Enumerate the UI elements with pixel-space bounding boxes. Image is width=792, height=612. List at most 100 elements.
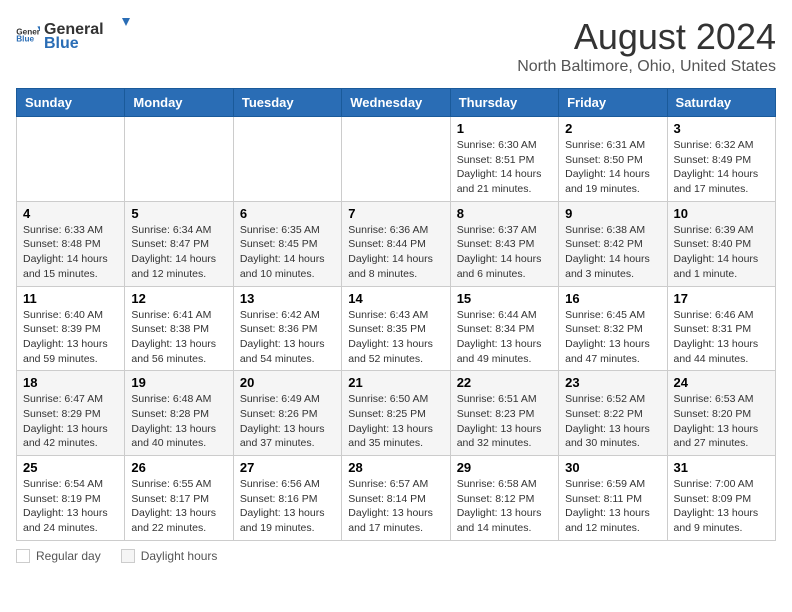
day-cell: 6Sunrise: 6:35 AM Sunset: 8:45 PM Daylig… — [233, 201, 341, 286]
day-cell — [233, 117, 341, 202]
day-number: 20 — [240, 375, 335, 390]
day-number: 5 — [131, 206, 226, 221]
day-number: 13 — [240, 291, 335, 306]
day-number: 26 — [131, 460, 226, 475]
day-number: 25 — [23, 460, 118, 475]
svg-text:Blue: Blue — [16, 35, 34, 44]
day-cell: 12Sunrise: 6:41 AM Sunset: 8:38 PM Dayli… — [125, 286, 233, 371]
week-row-2: 4Sunrise: 6:33 AM Sunset: 8:48 PM Daylig… — [17, 201, 776, 286]
weekday-header-sunday: Sunday — [17, 89, 125, 117]
general-blue-logo-icon: General Blue — [16, 24, 40, 44]
day-info: Sunrise: 6:49 AM Sunset: 8:26 PM Dayligh… — [240, 392, 335, 451]
day-cell: 30 Sunrise: 6:59 AM Sunset: 8:11 PM Dayli… — [559, 456, 667, 541]
day-cell: 5 Sunrise: 6:34 AM Sunset: 8:47 PM Daylig… — [125, 201, 233, 286]
day-number: 14 — [348, 291, 443, 306]
day-cell: 11 Sunrise: 6:40 AM Sunset: 8:39 PM Dayli… — [17, 286, 125, 371]
day-cell — [17, 117, 125, 202]
day-info: Sunrise: 6:53 AM Sunset: 8:20 PM Dayligh… — [674, 392, 769, 451]
calendar-table: SundayMondayTuesdayWednesdayThursdayFrid… — [16, 88, 776, 541]
day-number: 18 — [23, 375, 118, 390]
day-number: 16 — [565, 291, 660, 306]
day-info: Sunrise: 6:56 AM Sunset: 8:16 PM Dayligh… — [240, 477, 335, 536]
day-info: Sunrise: 6:58 AM Sunset: 8:12 PM Dayligh… — [457, 477, 552, 536]
day-number: 29 — [457, 460, 552, 475]
day-info: Sunrise: 6:54 AM Sunset: 8:19 PM Dayligh… — [23, 477, 118, 536]
location-title: North Baltimore, Ohio, United States — [517, 58, 776, 76]
day-number: 31 — [674, 460, 769, 475]
day-cell: 1Sunrise: 6:30 AM Sunset: 8:51 PM Daylig… — [450, 117, 558, 202]
day-number: 15 — [457, 291, 552, 306]
day-cell: 31 Sunrise: 7:00 AM Sunset: 8:09 PM Dayli… — [667, 456, 775, 541]
day-number: 2 — [565, 121, 660, 136]
day-info: Sunrise: 6:57 AM Sunset: 8:14 PM Dayligh… — [348, 477, 443, 536]
day-info: Sunrise: 7:00 AM Sunset: 8:09 PM Dayligh… — [674, 477, 769, 536]
day-info: Sunrise: 6:37 AM Sunset: 8:43 PM Dayligh… — [457, 223, 552, 282]
day-number: 28 — [348, 460, 443, 475]
day-cell: 28 Sunrise: 6:57 AM Sunset: 8:14 PM Dayli… — [342, 456, 450, 541]
title-area: August 2024 North Baltimore, Ohio, Unite… — [517, 16, 776, 76]
day-cell: 2 Sunrise: 6:31 AM Sunset: 8:50 PM Daylig… — [559, 117, 667, 202]
day-info: Sunrise: 6:50 AM Sunset: 8:25 PM Dayligh… — [348, 392, 443, 451]
legend: Regular day Daylight hours — [16, 549, 776, 563]
week-row-5: 25 Sunrise: 6:54 AM Sunset: 8:19 PM Dayli… — [17, 456, 776, 541]
legend-item-white: Regular day — [16, 549, 101, 563]
weekday-header-tuesday: Tuesday — [233, 89, 341, 117]
week-row-1: 1Sunrise: 6:30 AM Sunset: 8:51 PM Daylig… — [17, 117, 776, 202]
day-number: 17 — [674, 291, 769, 306]
legend-item-gray: Daylight hours — [121, 549, 218, 563]
day-info: Sunrise: 6:31 AM Sunset: 8:50 PM Dayligh… — [565, 138, 660, 197]
day-cell: 14 Sunrise: 6:43 AM Sunset: 8:35 PM Dayli… — [342, 286, 450, 371]
day-number: 12 — [131, 291, 226, 306]
day-number: 7 — [348, 206, 443, 221]
day-cell — [342, 117, 450, 202]
day-info: Sunrise: 6:40 AM Sunset: 8:39 PM Dayligh… — [23, 308, 118, 367]
day-cell: 10Sunrise: 6:39 AM Sunset: 8:40 PM Dayli… — [667, 201, 775, 286]
day-cell: 17 Sunrise: 6:46 AM Sunset: 8:31 PM Dayli… — [667, 286, 775, 371]
day-cell — [125, 117, 233, 202]
legend-white-label: Regular day — [36, 549, 101, 563]
day-info: Sunrise: 6:43 AM Sunset: 8:35 PM Dayligh… — [348, 308, 443, 367]
day-info: Sunrise: 6:42 AM Sunset: 8:36 PM Dayligh… — [240, 308, 335, 367]
day-number: 11 — [23, 291, 118, 306]
week-row-3: 11 Sunrise: 6:40 AM Sunset: 8:39 PM Dayli… — [17, 286, 776, 371]
day-number: 19 — [131, 375, 226, 390]
day-info: Sunrise: 6:35 AM Sunset: 8:45 PM Dayligh… — [240, 223, 335, 282]
day-cell: 21Sunrise: 6:50 AM Sunset: 8:25 PM Dayli… — [342, 371, 450, 456]
day-info: Sunrise: 6:44 AM Sunset: 8:34 PM Dayligh… — [457, 308, 552, 367]
logo-svg: General Blue — [44, 16, 134, 52]
weekday-header-friday: Friday — [559, 89, 667, 117]
day-cell: 3Sunrise: 6:32 AM Sunset: 8:49 PM Daylig… — [667, 117, 775, 202]
day-cell: 29 Sunrise: 6:58 AM Sunset: 8:12 PM Dayli… — [450, 456, 558, 541]
day-cell: 15 Sunrise: 6:44 AM Sunset: 8:34 PM Dayli… — [450, 286, 558, 371]
day-cell: 25 Sunrise: 6:54 AM Sunset: 8:19 PM Dayli… — [17, 456, 125, 541]
legend-box-white — [16, 549, 30, 563]
day-cell: 24 Sunrise: 6:53 AM Sunset: 8:20 PM Dayli… — [667, 371, 775, 456]
day-number: 24 — [674, 375, 769, 390]
day-number: 8 — [457, 206, 552, 221]
legend-box-gray — [121, 549, 135, 563]
day-cell: 18 Sunrise: 6:47 AM Sunset: 8:29 PM Dayli… — [17, 371, 125, 456]
day-info: Sunrise: 6:38 AM Sunset: 8:42 PM Dayligh… — [565, 223, 660, 282]
weekday-header-saturday: Saturday — [667, 89, 775, 117]
day-info: Sunrise: 6:34 AM Sunset: 8:47 PM Dayligh… — [131, 223, 226, 282]
day-cell: 26 Sunrise: 6:55 AM Sunset: 8:17 PM Dayli… — [125, 456, 233, 541]
day-info: Sunrise: 6:55 AM Sunset: 8:17 PM Dayligh… — [131, 477, 226, 536]
logo: General Blue General Blue — [16, 16, 134, 52]
day-info: Sunrise: 6:46 AM Sunset: 8:31 PM Dayligh… — [674, 308, 769, 367]
legend-gray-label: Daylight hours — [141, 549, 218, 563]
day-number: 10 — [674, 206, 769, 221]
weekday-header-wednesday: Wednesday — [342, 89, 450, 117]
day-info: Sunrise: 6:47 AM Sunset: 8:29 PM Dayligh… — [23, 392, 118, 451]
day-info: Sunrise: 6:48 AM Sunset: 8:28 PM Dayligh… — [131, 392, 226, 451]
day-info: Sunrise: 6:45 AM Sunset: 8:32 PM Dayligh… — [565, 308, 660, 367]
day-cell: 4Sunrise: 6:33 AM Sunset: 8:48 PM Daylig… — [17, 201, 125, 286]
day-info: Sunrise: 6:30 AM Sunset: 8:51 PM Dayligh… — [457, 138, 552, 197]
day-cell: 16 Sunrise: 6:45 AM Sunset: 8:32 PM Dayli… — [559, 286, 667, 371]
weekday-header-thursday: Thursday — [450, 89, 558, 117]
day-number: 30 — [565, 460, 660, 475]
day-cell: 23Sunrise: 6:52 AM Sunset: 8:22 PM Dayli… — [559, 371, 667, 456]
month-title: August 2024 — [517, 16, 776, 58]
day-info: Sunrise: 6:52 AM Sunset: 8:22 PM Dayligh… — [565, 392, 660, 451]
day-info: Sunrise: 6:59 AM Sunset: 8:11 PM Dayligh… — [565, 477, 660, 536]
day-info: Sunrise: 6:33 AM Sunset: 8:48 PM Dayligh… — [23, 223, 118, 282]
